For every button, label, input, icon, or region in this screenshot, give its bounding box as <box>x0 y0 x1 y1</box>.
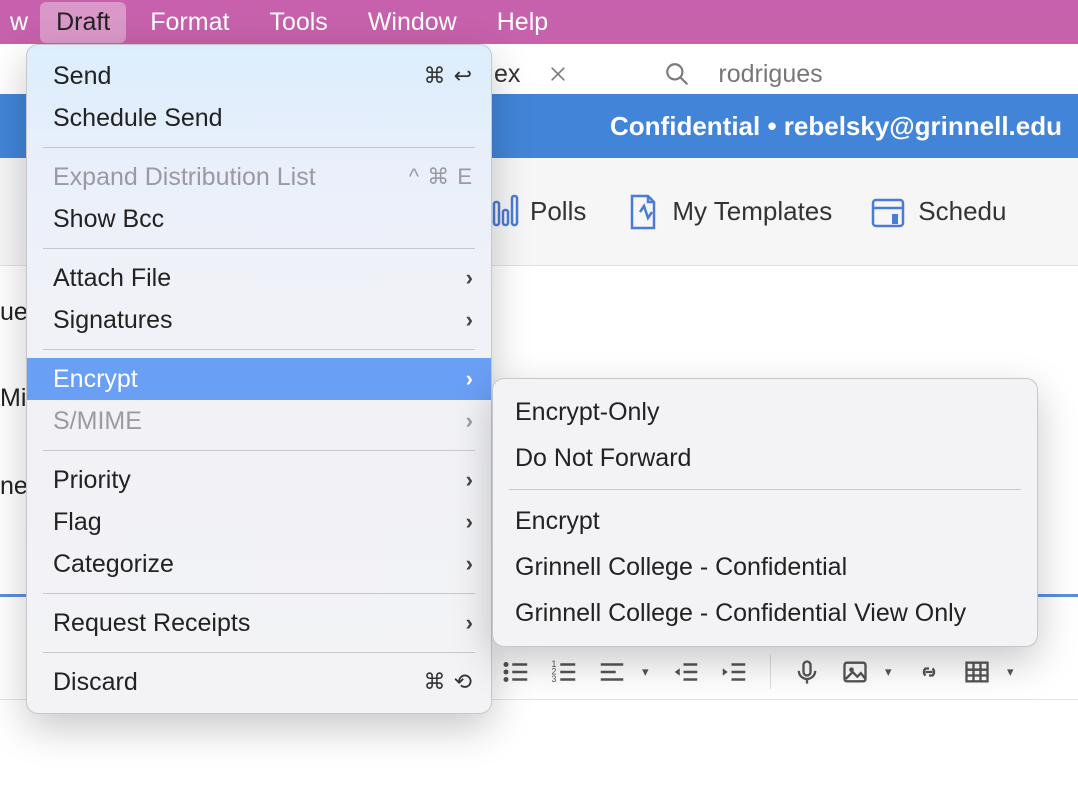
menubar-item-label: Draft <box>56 8 110 36</box>
chevron-down-icon[interactable]: ▾ <box>885 664 899 680</box>
submenu-item-do-not-forward[interactable]: Do Not Forward <box>493 435 1037 481</box>
menu-item-label: Encrypt <box>53 365 466 394</box>
bulleted-list-icon[interactable] <box>498 654 534 690</box>
search-text: rodrigues <box>718 60 822 89</box>
ribbon-tool-my-templates[interactable]: My Templates <box>622 192 832 232</box>
menu-item-request-receipts[interactable]: Request Receipts › <box>27 602 491 644</box>
outdent-icon[interactable] <box>668 654 704 690</box>
indent-icon[interactable] <box>716 654 752 690</box>
menu-item-priority[interactable]: Priority › <box>27 459 491 501</box>
ribbon-tool-scheduling[interactable]: Schedu <box>868 192 1006 232</box>
ribbon-tool-label: Schedu <box>918 196 1006 227</box>
chevron-down-icon[interactable]: ▾ <box>642 664 656 680</box>
menubar-item-draft[interactable]: Draft <box>40 2 126 43</box>
menu-divider <box>43 652 475 653</box>
chevron-right-icon: › <box>466 408 473 434</box>
menu-item-label: Expand Distribution List <box>53 163 409 192</box>
menubar-item-label: Window <box>368 8 457 36</box>
submenu-item-label: Encrypt <box>515 507 600 536</box>
chevron-right-icon: › <box>466 467 473 493</box>
menu-item-label: Priority <box>53 466 466 495</box>
submenu-item-gc-confidential[interactable]: Grinnell College - Confidential <box>493 544 1037 590</box>
menu-item-schedule-send[interactable]: Schedule Send <box>27 97 491 139</box>
chevron-right-icon: › <box>466 307 473 333</box>
menubar-item-label: Format <box>150 8 229 36</box>
submenu-item-encrypt[interactable]: Encrypt <box>493 498 1037 544</box>
menu-item-discard[interactable]: Discard ⌘ ⟲ <box>27 661 491 703</box>
svg-text:3: 3 <box>552 674 557 684</box>
chevron-right-icon: › <box>466 610 473 636</box>
menu-item-shortcut: ⌘ ⟲ <box>423 669 473 695</box>
microphone-icon[interactable] <box>789 654 825 690</box>
menu-item-send[interactable]: Send ⌘ ↩ <box>27 55 491 97</box>
menu-item-smime: S/MIME › <box>27 400 491 442</box>
menu-item-label: Request Receipts <box>53 609 466 638</box>
submenu-item-label: Grinnell College - Confidential <box>515 553 847 582</box>
menu-item-flag[interactable]: Flag › <box>27 501 491 543</box>
chevron-right-icon: › <box>466 366 473 392</box>
menubar-item-tools[interactable]: Tools <box>253 2 343 43</box>
menu-item-label: S/MIME <box>53 407 466 436</box>
draft-menu: Send ⌘ ↩ Schedule Send Expand Distributi… <box>26 44 492 714</box>
menu-item-encrypt[interactable]: Encrypt › <box>27 358 491 400</box>
link-icon[interactable] <box>911 654 947 690</box>
menu-divider <box>43 450 475 451</box>
menu-divider <box>43 248 475 249</box>
template-icon <box>622 192 662 232</box>
chevron-right-icon: › <box>466 265 473 291</box>
menu-divider <box>509 489 1021 490</box>
chevron-right-icon: › <box>466 551 473 577</box>
menubar-item-label: Tools <box>269 8 327 36</box>
menubar-item-window[interactable]: Window <box>352 2 473 43</box>
menu-item-attach-file[interactable]: Attach File › <box>27 257 491 299</box>
menu-item-label: Send <box>53 62 423 91</box>
image-icon[interactable] <box>837 654 873 690</box>
toolbar-separator <box>770 655 771 689</box>
menu-item-label: Signatures <box>53 306 466 335</box>
menubar-item-format[interactable]: Format <box>134 2 245 43</box>
menubar: w Draft Format Tools Window Help <box>0 0 1078 44</box>
menu-item-categorize[interactable]: Categorize › <box>27 543 491 585</box>
menu-item-label: Show Bcc <box>53 205 473 234</box>
chevron-right-icon: › <box>466 509 473 535</box>
menubar-item-label: Help <box>497 8 548 36</box>
numbered-list-icon[interactable]: 123 <box>546 654 582 690</box>
menu-item-shortcut: ^ ⌘ E <box>409 164 473 190</box>
close-tab-icon[interactable] <box>548 64 568 84</box>
fragment-text: ne <box>0 472 28 501</box>
search-icon[interactable] <box>664 61 690 87</box>
menu-item-label: Schedule Send <box>53 104 473 133</box>
menubar-item-label: w <box>10 8 28 36</box>
tab-suffix-text: ex <box>494 60 520 89</box>
ribbon-tool-polls[interactable]: Polls <box>480 192 586 232</box>
submenu-item-encrypt-only[interactable]: Encrypt-Only <box>493 389 1037 435</box>
menubar-item-prev[interactable]: w <box>6 2 32 43</box>
submenu-item-gc-confidential-view[interactable]: Grinnell College - Confidential View Onl… <box>493 590 1037 636</box>
menu-divider <box>43 349 475 350</box>
chevron-down-icon[interactable]: ▾ <box>1007 664 1021 680</box>
menu-item-signatures[interactable]: Signatures › <box>27 299 491 341</box>
ribbon-tool-label: Polls <box>530 196 586 227</box>
menu-item-label: Discard <box>53 668 423 697</box>
encrypt-submenu: Encrypt-Only Do Not Forward Encrypt Grin… <box>492 378 1038 647</box>
menu-item-shortcut: ⌘ ↩ <box>423 63 473 89</box>
schedule-icon <box>868 192 908 232</box>
table-icon[interactable] <box>959 654 995 690</box>
fragment-text: ue <box>0 298 28 327</box>
tab-peek: ex rodrigues <box>494 54 823 94</box>
menu-item-label: Flag <box>53 508 466 537</box>
menu-divider <box>43 147 475 148</box>
confidential-text: Confidential • rebelsky@grinnell.edu <box>610 111 1062 142</box>
submenu-item-label: Grinnell College - Confidential View Onl… <box>515 599 966 628</box>
ribbon-tool-label: My Templates <box>672 196 832 227</box>
menu-item-show-bcc[interactable]: Show Bcc <box>27 198 491 240</box>
submenu-item-label: Do Not Forward <box>515 444 691 473</box>
menu-divider <box>43 593 475 594</box>
menubar-item-help[interactable]: Help <box>481 2 564 43</box>
menu-item-expand-dl: Expand Distribution List ^ ⌘ E <box>27 156 491 198</box>
menu-item-label: Categorize <box>53 550 466 579</box>
submenu-item-label: Encrypt-Only <box>515 398 659 427</box>
align-left-icon[interactable] <box>594 654 630 690</box>
menu-item-label: Attach File <box>53 264 466 293</box>
